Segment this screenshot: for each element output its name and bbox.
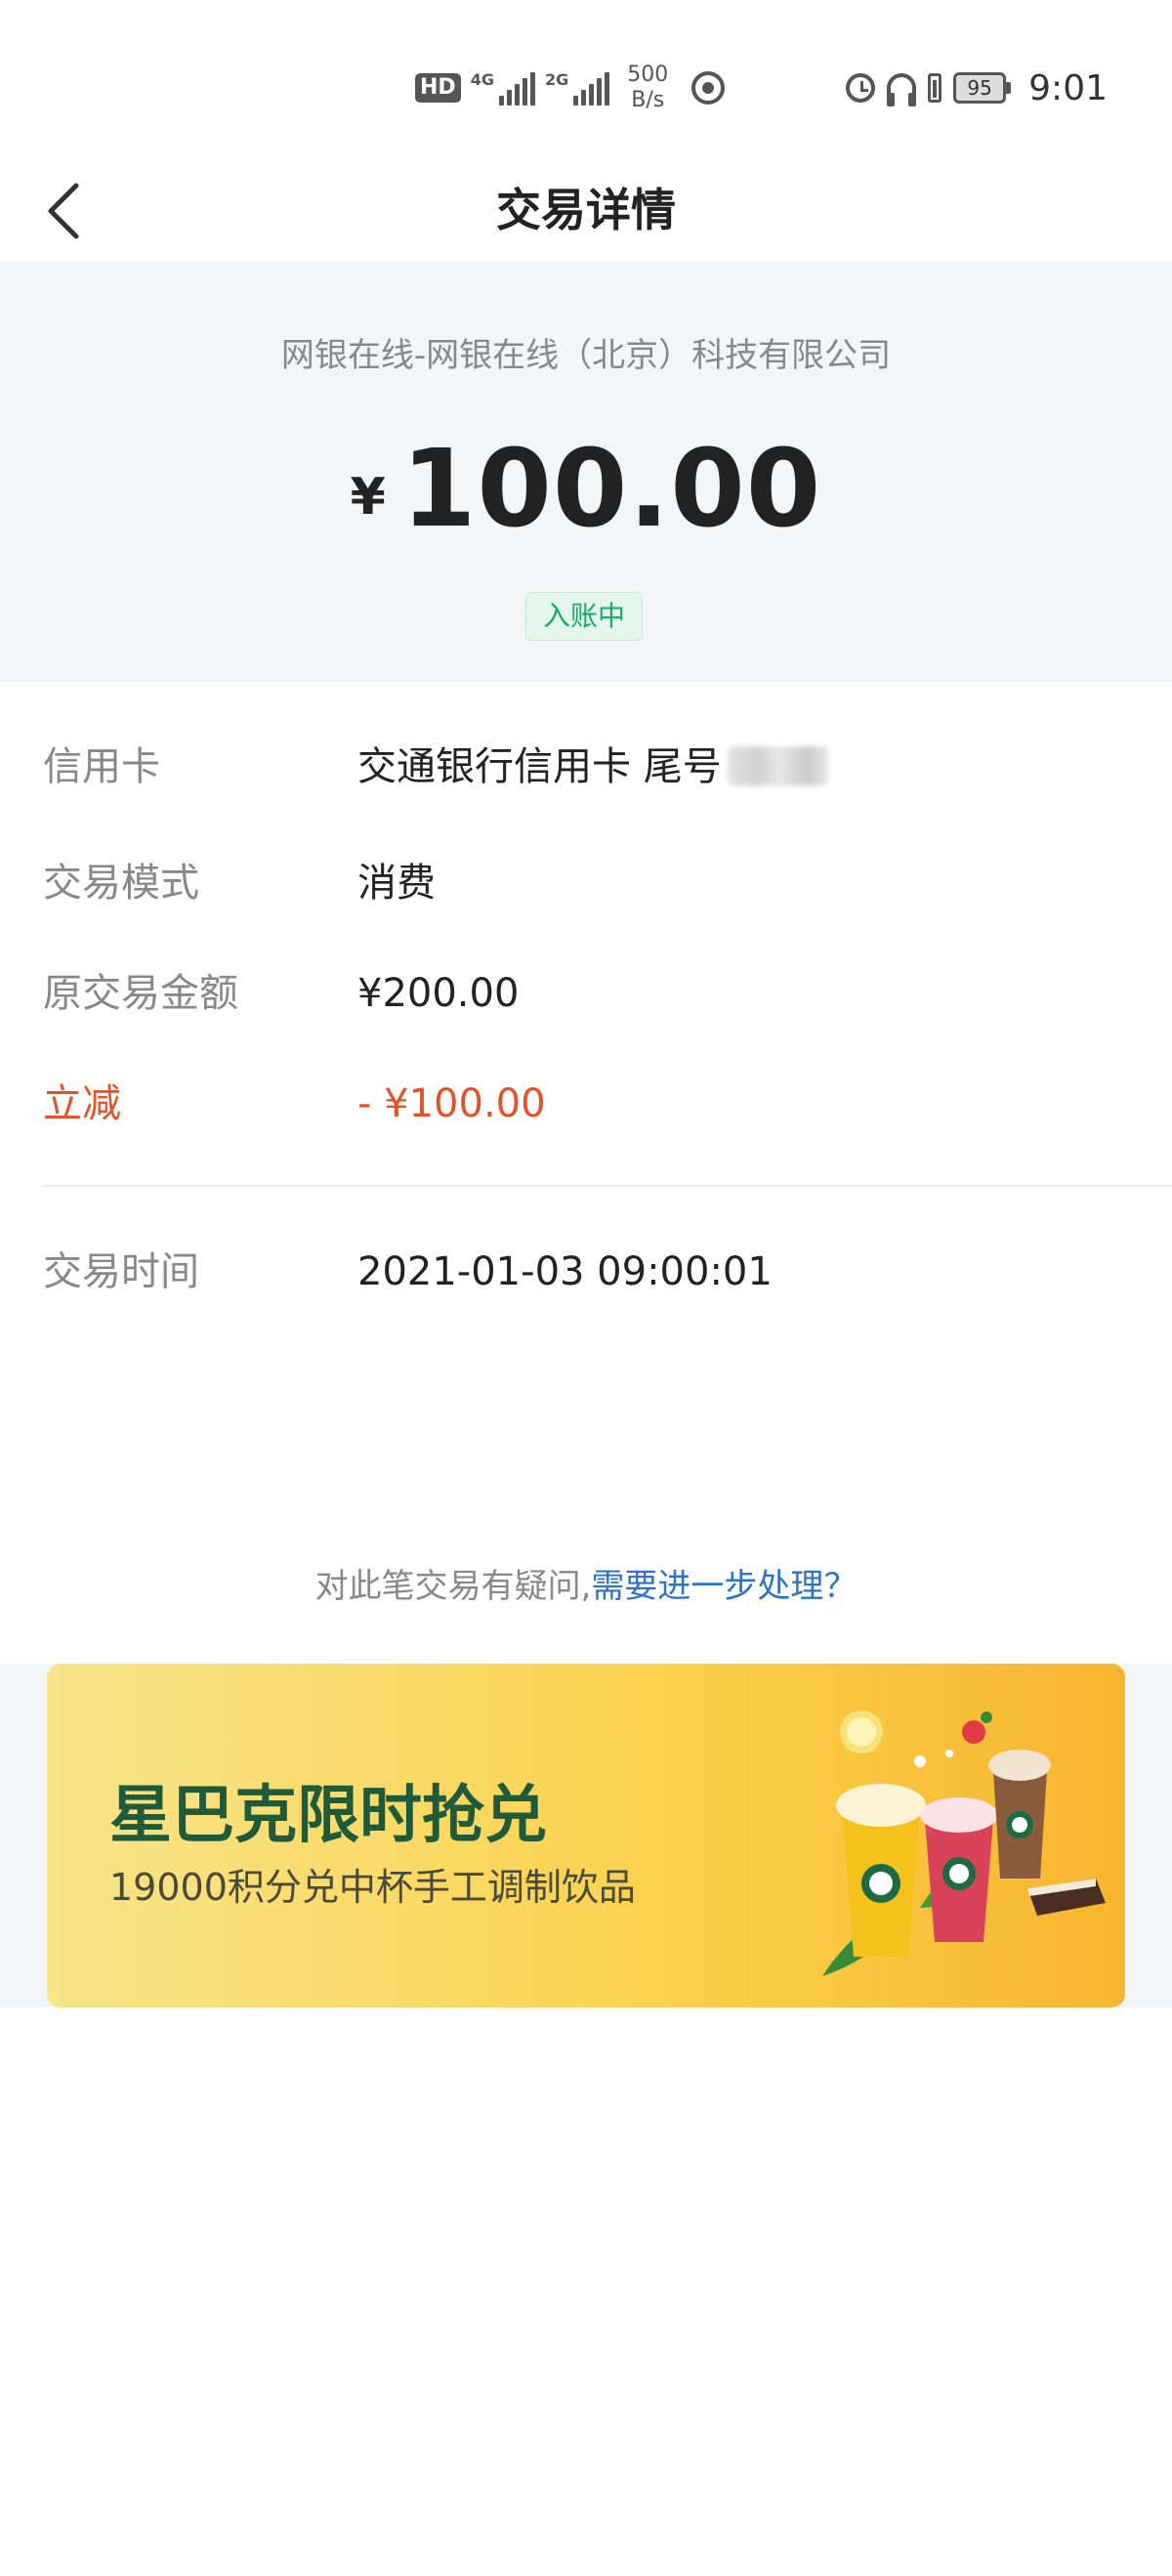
detail-value: - ¥100.00 <box>357 1081 546 1126</box>
detail-label: 交易时间 <box>43 1249 199 1294</box>
help-question: 对此笔交易有疑问, <box>314 1567 592 1606</box>
network-type-label: 4G <box>470 70 494 89</box>
hd-voice-icon: HD <box>415 73 461 103</box>
network-speed-value: 500 <box>627 63 669 87</box>
status-bar-right: 95 9:01 <box>846 59 1108 117</box>
detail-row-original-amount: 原交易金额 ¥200.00 <box>0 964 1172 1023</box>
detail-label: 信用卡 <box>43 744 160 789</box>
detail-row-time: 交易时间 2021-01-03 09:00:01 <box>0 1243 1172 1301</box>
sync-icon <box>691 71 726 105</box>
amount-display: ¥100.00 <box>0 426 1172 551</box>
banner-section: 星巴克限时抢兑 19000积分兑中杯手工调制饮品 <box>0 1664 1172 2007</box>
divider <box>43 1185 1172 1187</box>
currency-symbol: ¥ <box>350 468 386 527</box>
signal-4g-icon: 4G <box>471 70 535 106</box>
transaction-summary: 网银在线-网银在线（北京）科技有限公司 ¥100.00 入账中 <box>0 262 1172 682</box>
detail-label: 立减 <box>43 1081 121 1126</box>
masked-card-number <box>727 746 829 785</box>
card-name: 交通银行信用卡 尾号 <box>357 744 722 789</box>
detail-value: ¥200.00 <box>357 971 520 1016</box>
banner-title: 星巴克限时抢兑 <box>109 1780 547 1852</box>
detail-value: 消费 <box>357 861 436 906</box>
alarm-icon <box>846 73 876 103</box>
signal-2g-icon: 2G <box>544 70 610 106</box>
network-speed: 500 B/s <box>627 63 668 113</box>
battery-saver-icon <box>928 73 942 103</box>
headphones-icon <box>887 73 917 106</box>
title-bar: 交易详情 <box>0 156 1172 264</box>
detail-label: 原交易金额 <box>43 971 238 1016</box>
network-speed-unit: B/s <box>631 88 665 112</box>
banner-subtitle: 19000积分兑中杯手工调制饮品 <box>109 1866 636 1909</box>
detail-value-card: 交通银行信用卡 尾号 <box>357 738 829 796</box>
battery-icon: 95 <box>953 72 1012 104</box>
page-title: 交易详情 <box>496 184 676 236</box>
network-type-label: 2G <box>544 70 569 89</box>
detail-row-mode: 交易模式 消费 <box>0 854 1172 912</box>
promo-banner[interactable]: 星巴克限时抢兑 19000积分兑中杯手工调制饮品 <box>47 1664 1125 2007</box>
transaction-amount: 100.00 <box>400 426 822 551</box>
further-processing-link[interactable]: 需要进一步处理？ <box>591 1567 857 1606</box>
drinks-illustration-icon <box>822 1710 1106 1976</box>
detail-row-discount: 立减 - ¥100.00 <box>0 1075 1172 1133</box>
clock: 9:01 <box>1028 67 1108 108</box>
battery-level: 95 <box>953 72 1007 104</box>
detail-row-card: 信用卡 交通银行信用卡 尾号 <box>0 738 1172 796</box>
status-bar-left: HD 4G 2G 500 B/s <box>415 59 726 117</box>
status-bar: HD 4G 2G 500 B/s 95 9:01 <box>0 0 1172 166</box>
detail-value: 2021-01-03 09:00:01 <box>357 1249 773 1294</box>
merchant-name: 网银在线-网银在线（北京）科技有限公司 <box>280 336 892 375</box>
help-line: 对此笔交易有疑问,需要进一步处理？ <box>0 1559 1172 1607</box>
status-badge: 入账中 <box>525 592 643 641</box>
detail-label: 交易模式 <box>43 861 199 906</box>
